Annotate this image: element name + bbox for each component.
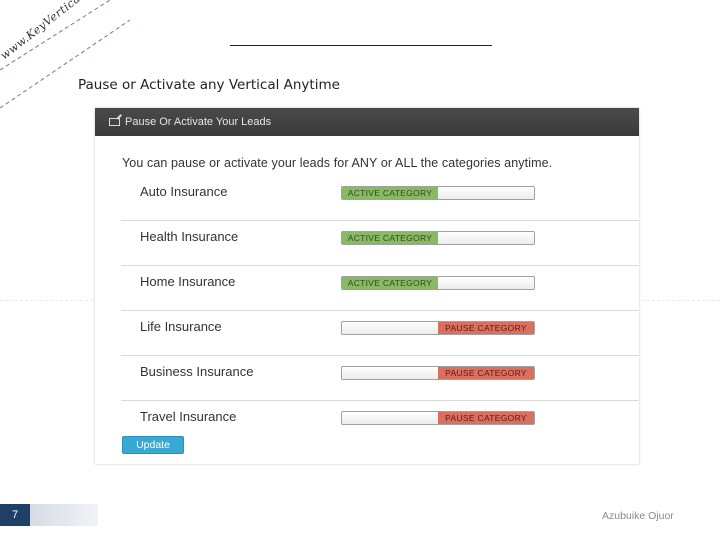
category-status-toggle[interactable]: ACTIVE CATEGORY xyxy=(341,186,535,200)
page-number-bar xyxy=(30,504,98,526)
page-number: 7 xyxy=(0,504,30,526)
active-category-option[interactable]: ACTIVE CATEGORY xyxy=(342,232,438,244)
active-category-option[interactable] xyxy=(342,412,438,424)
pause-category-option[interactable] xyxy=(438,232,534,244)
leads-panel: Pause Or Activate Your Leads You can pau… xyxy=(95,108,639,464)
category-label: Health Insurance xyxy=(140,229,239,244)
active-category-option[interactable] xyxy=(342,322,438,334)
category-status-toggle[interactable]: PAUSE CATEGORY xyxy=(341,321,535,335)
category-status-toggle[interactable]: ACTIVE CATEGORY xyxy=(341,231,535,245)
category-list: Auto Insurance ACTIVE CATEGORY Health Insu… xyxy=(121,176,639,445)
panel-intro-text: You can pause or activate your leads for… xyxy=(122,156,553,170)
category-status-toggle[interactable]: ACTIVE CATEGORY xyxy=(341,276,535,290)
category-status-toggle[interactable]: PAUSE CATEGORY xyxy=(341,366,535,380)
corner-ribbon-decoration xyxy=(0,0,130,109)
category-label: Auto Insurance xyxy=(140,184,228,199)
update-button[interactable]: Update xyxy=(122,436,184,454)
pause-category-option[interactable] xyxy=(438,277,534,289)
pause-category-option[interactable]: PAUSE CATEGORY xyxy=(438,322,534,334)
category-row: Health Insurance ACTIVE CATEGORY xyxy=(121,221,639,266)
category-label: Business Insurance xyxy=(140,364,254,379)
panel-header-title: Pause Or Activate Your Leads xyxy=(125,116,272,128)
category-label: Home Insurance xyxy=(140,274,236,289)
category-row: Business Insurance PAUSE CATEGORY xyxy=(121,356,639,401)
category-row: Travel Insurance PAUSE CATEGORY xyxy=(121,401,639,445)
ribbon-url-text: www.KeyVerticals.com xyxy=(0,0,114,63)
category-label: Life Insurance xyxy=(140,319,222,334)
active-category-option[interactable] xyxy=(342,367,438,379)
category-status-toggle[interactable]: PAUSE CATEGORY xyxy=(341,411,535,425)
active-category-option[interactable]: ACTIVE CATEGORY xyxy=(342,187,438,199)
category-row: Home Insurance ACTIVE CATEGORY xyxy=(121,266,639,311)
title-underline xyxy=(230,45,492,46)
footer-author: Azubuike Ojuor xyxy=(602,510,674,522)
pause-category-option[interactable] xyxy=(438,187,534,199)
panel-header: Pause Or Activate Your Leads xyxy=(95,108,639,136)
pause-category-option[interactable]: PAUSE CATEGORY xyxy=(438,412,534,424)
active-category-option[interactable]: ACTIVE CATEGORY xyxy=(342,277,438,289)
slide-heading: Pause or Activate any Vertical Anytime xyxy=(78,77,340,93)
pause-category-option[interactable]: PAUSE CATEGORY xyxy=(438,367,534,379)
edit-icon xyxy=(109,118,120,126)
category-label: Travel Insurance xyxy=(140,409,237,424)
category-row: Life Insurance PAUSE CATEGORY xyxy=(121,311,639,356)
category-row: Auto Insurance ACTIVE CATEGORY xyxy=(121,176,639,221)
